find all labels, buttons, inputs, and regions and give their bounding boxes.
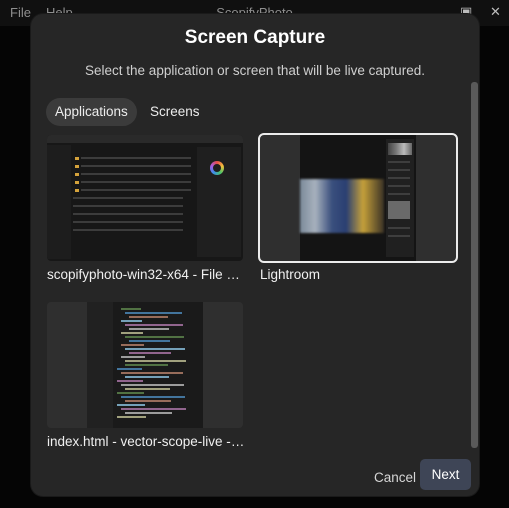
dialog-title: Screen Capture xyxy=(184,27,326,48)
explorer-preview xyxy=(47,135,243,261)
source-thumbnail xyxy=(47,135,243,261)
cancel-button[interactable]: Cancel xyxy=(366,464,424,492)
photo-preview xyxy=(300,179,384,233)
close-icon[interactable]: ✕ xyxy=(490,4,501,20)
source-thumbnail xyxy=(47,302,243,428)
scrollbar-thumb[interactable] xyxy=(471,82,478,448)
source-label: Lightroom xyxy=(260,267,321,282)
source-label: scopifyphoto-win32-x64 - File Explorer xyxy=(47,267,247,282)
source-label: index.html - vector-scope-live - Visual … xyxy=(47,434,247,449)
next-button[interactable]: Next xyxy=(420,459,471,490)
lightroom-preview xyxy=(300,135,416,261)
screen-capture-dialog: Screen Capture Select the application or… xyxy=(31,14,479,496)
code-editor-preview xyxy=(87,302,203,428)
dialog-subtitle: Select the application or screen that wi… xyxy=(85,63,425,78)
source-thumbnail xyxy=(258,133,458,263)
app-logo-icon xyxy=(210,161,224,175)
tab-applications[interactable]: Applications xyxy=(46,98,137,126)
tab-screens[interactable]: Screens xyxy=(141,98,209,126)
